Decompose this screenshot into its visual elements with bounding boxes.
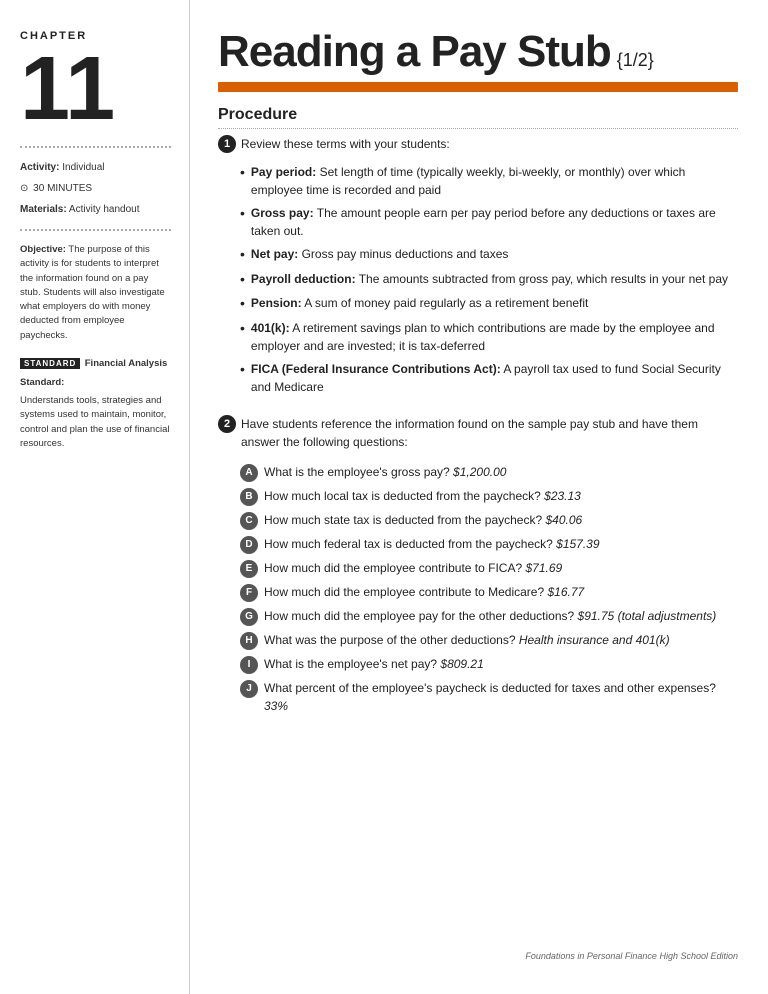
step-2-circle: 2: [218, 415, 236, 433]
term-label-7: FICA (Federal Insurance Contributions Ac…: [251, 362, 501, 376]
term-pay-period: • Pay period: Set length of time (typica…: [240, 163, 738, 199]
answer-a: $1,200.00: [453, 465, 506, 479]
answer-g: $91.75 (total adjustments): [578, 609, 717, 623]
answer-i: $809.21: [440, 657, 483, 671]
sidebar-activity: Activity: Individual: [20, 160, 171, 175]
term-pension: • Pension: A sum of money paid regularly…: [240, 294, 738, 314]
sub-letter-h: H: [240, 632, 258, 650]
step-1-circle: 1: [218, 135, 236, 153]
term-def-5: A sum of money paid regularly as a retir…: [304, 296, 588, 310]
sub-question-b: B How much local tax is deducted from th…: [240, 487, 738, 506]
term-label-1: Pay period:: [251, 165, 316, 179]
sub-letter-f: F: [240, 584, 258, 602]
sidebar-objective: Objective: The purpose of this activity …: [20, 243, 171, 343]
sub-q-h-text: What was the purpose of the other deduct…: [264, 631, 738, 649]
bullet-dot-4: •: [240, 270, 245, 290]
title-row: Reading a Pay Stub {1/2}: [218, 30, 738, 74]
step-2: 2 Have students reference the informatio…: [218, 415, 738, 451]
sub-q-j-text: What percent of the employee's paycheck …: [264, 679, 738, 715]
answer-j: 33%: [264, 699, 288, 713]
bullet-dot-2: •: [240, 204, 245, 224]
term-label-3: Net pay:: [251, 247, 298, 261]
sub-letter-b: B: [240, 488, 258, 506]
page-fraction: {1/2}: [617, 50, 654, 71]
answer-d: $157.39: [556, 537, 599, 551]
standard-badge: STANDARD: [20, 358, 80, 369]
term-payroll-deduction: • Payroll deduction: The amounts subtrac…: [240, 270, 738, 290]
sub-question-d: D How much federal tax is deducted from …: [240, 535, 738, 554]
sub-letter-e: E: [240, 560, 258, 578]
bullet-dot-5: •: [240, 294, 245, 314]
page: CHAPTER 11 Activity: Individual ⊙ 30 MIN…: [0, 0, 768, 994]
sub-q-c-text: How much state tax is deducted from the …: [264, 511, 738, 529]
term-fica: • FICA (Federal Insurance Contributions …: [240, 360, 738, 396]
sidebar-divider-2: [20, 229, 171, 231]
step-1-text: Review these terms with your students:: [241, 135, 450, 153]
chapter-number: 11: [20, 44, 171, 134]
term-def-6: A retirement savings plan to which contr…: [251, 321, 715, 353]
bullet-dot-6: •: [240, 319, 245, 339]
sub-q-e-text: How much did the employee contribute to …: [264, 559, 738, 577]
sub-q-d-text: How much federal tax is deducted from th…: [264, 535, 738, 553]
sidebar-materials: Materials: Activity handout: [20, 202, 171, 217]
sub-q-a-text: What is the employee's gross pay? $1,200…: [264, 463, 738, 481]
bullet-dot-3: •: [240, 245, 245, 265]
standard-badge-container: STANDARD Financial Analysis Standard:: [20, 353, 171, 390]
sub-letter-g: G: [240, 608, 258, 626]
term-label-6: 401(k):: [251, 321, 290, 335]
footer-text: Foundations in Personal Finance High Sch…: [525, 951, 738, 961]
sub-question-h: H What was the purpose of the other dedu…: [240, 631, 738, 650]
term-def-4: The amounts subtracted from gross pay, w…: [359, 272, 728, 286]
sidebar-standard-text: Understands tools, strategies and system…: [20, 394, 171, 451]
term-label-5: Pension:: [251, 296, 302, 310]
main-content: Reading a Pay Stub {1/2} Procedure 1 Rev…: [190, 0, 768, 994]
answer-h: Health insurance and 401(k): [519, 633, 670, 647]
step-1: 1 Review these terms with your students:: [218, 135, 738, 153]
sub-letter-c: C: [240, 512, 258, 530]
bullet-dot-1: •: [240, 163, 245, 183]
term-def-3: Gross pay minus deductions and taxes: [302, 247, 509, 261]
sub-question-a: A What is the employee's gross pay? $1,2…: [240, 463, 738, 482]
term-label-2: Gross pay:: [251, 206, 314, 220]
page-title: Reading a Pay Stub: [218, 30, 611, 74]
term-label-4: Payroll deduction:: [251, 272, 356, 286]
footer: Foundations in Personal Finance High Sch…: [218, 946, 738, 964]
sub-letter-j: J: [240, 680, 258, 698]
sub-letter-d: D: [240, 536, 258, 554]
term-def-2: The amount people earn per pay period be…: [251, 206, 716, 238]
sub-question-f: F How much did the employee contribute t…: [240, 583, 738, 602]
term-net-pay: • Net pay: Gross pay minus deductions an…: [240, 245, 738, 265]
sub-letter-i: I: [240, 656, 258, 674]
sub-question-e: E How much did the employee contribute t…: [240, 559, 738, 578]
sub-q-f-text: How much did the employee contribute to …: [264, 583, 738, 601]
sub-letter-a: A: [240, 464, 258, 482]
step-2-text: Have students reference the information …: [241, 415, 738, 451]
sub-question-c: C How much state tax is deducted from th…: [240, 511, 738, 530]
sub-questions-list: A What is the employee's gross pay? $1,2…: [240, 463, 738, 720]
sub-question-g: G How much did the employee pay for the …: [240, 607, 738, 626]
bullet-dot-7: •: [240, 360, 245, 380]
term-401k: • 401(k): A retirement savings plan to w…: [240, 319, 738, 355]
sub-question-j: J What percent of the employee's paychec…: [240, 679, 738, 715]
sub-q-b-text: How much local tax is deducted from the …: [264, 487, 738, 505]
sub-q-i-text: What is the employee's net pay? $809.21: [264, 655, 738, 673]
orange-bar: [218, 82, 738, 92]
answer-f: $16.77: [547, 585, 584, 599]
term-gross-pay: • Gross pay: The amount people earn per …: [240, 204, 738, 240]
clock-icon: ⊙: [20, 181, 28, 196]
sub-q-g-text: How much did the employee pay for the ot…: [264, 607, 738, 625]
sidebar-divider: [20, 146, 171, 148]
answer-b: $23.13: [544, 489, 581, 503]
section-title: Procedure: [218, 106, 738, 129]
sidebar: CHAPTER 11 Activity: Individual ⊙ 30 MIN…: [0, 0, 190, 994]
answer-c: $40.06: [545, 513, 582, 527]
sub-question-i: I What is the employee's net pay? $809.2…: [240, 655, 738, 674]
term-def-1: Set length of time (typically weekly, bi…: [251, 165, 685, 197]
terms-list: • Pay period: Set length of time (typica…: [240, 163, 738, 401]
sidebar-time: ⊙ 30 MINUTES: [20, 181, 171, 196]
answer-e: $71.69: [525, 561, 562, 575]
